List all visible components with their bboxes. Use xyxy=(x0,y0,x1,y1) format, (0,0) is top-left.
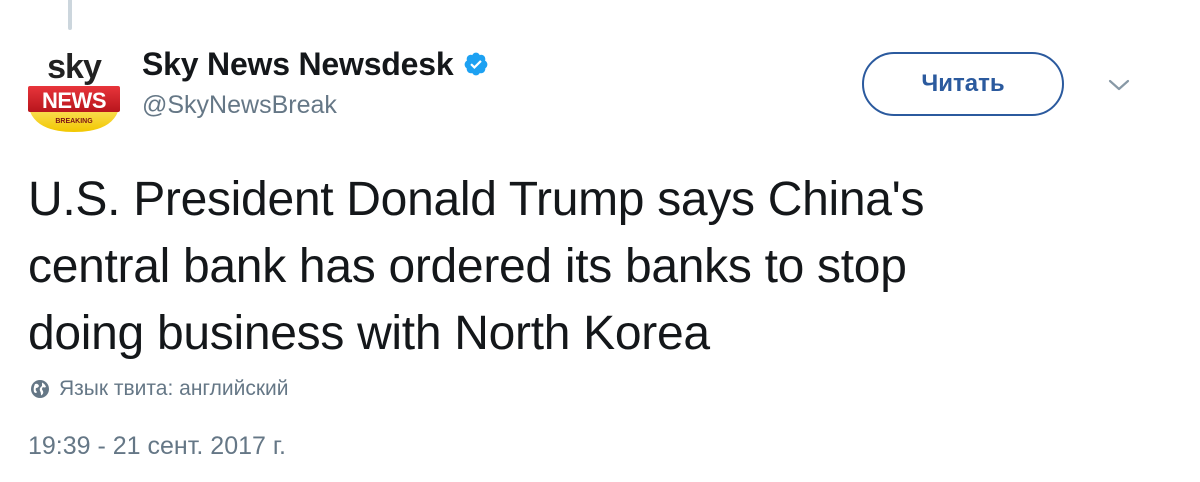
tweet-text-line: doing business with North Korea xyxy=(28,307,710,360)
author-name-row: Sky News Newsdesk xyxy=(142,44,489,84)
tweet-text-line: U.S. President Donald Trump says China's xyxy=(28,173,925,226)
verified-badge-icon xyxy=(463,51,489,77)
logo-news-text: NEWS xyxy=(42,88,106,113)
logo-breaking-text: BREAKING xyxy=(55,118,93,125)
tweet-timestamp[interactable]: 19:39 - 21 сент. 2017 г. xyxy=(28,432,286,461)
tweet-text-line: central bank has ordered its banks to st… xyxy=(28,240,907,293)
thread-connector-line xyxy=(68,0,72,30)
logo-sky-text: sky xyxy=(47,48,102,86)
follow-button[interactable]: Читать xyxy=(862,52,1064,116)
author-display-name[interactable]: Sky News Newsdesk xyxy=(142,46,454,83)
chevron-down-icon[interactable] xyxy=(1106,76,1132,94)
tweet-language-note: Язык твита: английский xyxy=(30,375,288,403)
tweet-text: U.S. President Donald Trump says China's… xyxy=(28,166,1148,367)
avatar[interactable]: sky NEWS BREAKING xyxy=(26,44,122,134)
sky-news-logo: sky NEWS BREAKING xyxy=(28,48,120,132)
author-handle[interactable]: @SkyNewsBreak xyxy=(142,91,337,120)
language-label: Язык твита: английский xyxy=(59,377,289,400)
globe-icon xyxy=(30,379,50,399)
